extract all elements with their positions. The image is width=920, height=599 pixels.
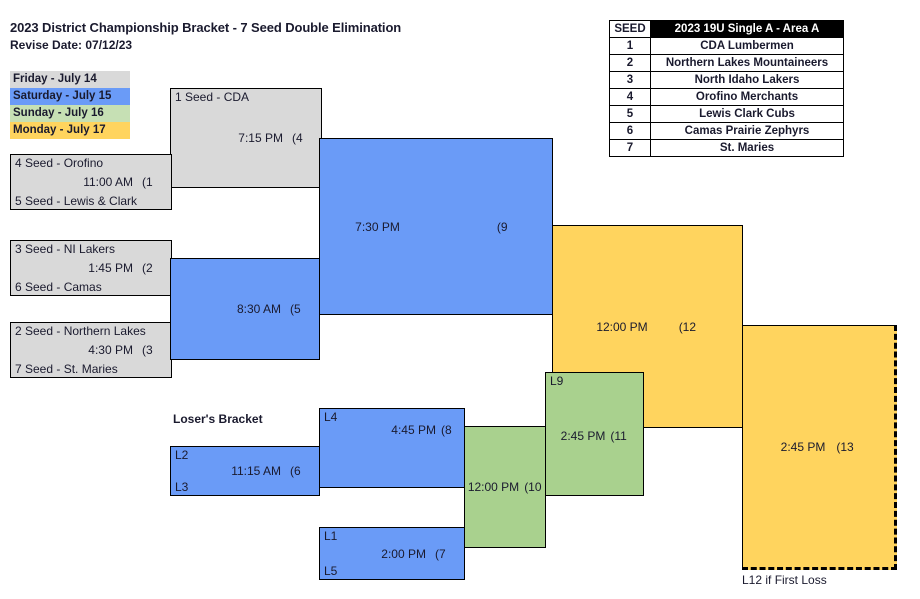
game-7-bottom-team: L5	[324, 564, 338, 578]
game-3-time: 4:30 PM	[88, 343, 133, 357]
legend-item-sunday: Sunday - July 16	[10, 105, 130, 122]
game-6-time: 11:15 AM	[231, 464, 281, 478]
seed-table-header-division: 2023 19U Single A - Area A	[650, 20, 844, 38]
seed-number: 3	[609, 71, 651, 89]
legend-item-monday: Monday - July 17	[10, 122, 130, 139]
legend-item-saturday: Saturday - July 15	[10, 88, 130, 105]
legend-label-sunday: Sunday - July 16	[13, 107, 104, 119]
game-11-top-team: L9	[550, 374, 564, 388]
game-5-number: (5	[290, 302, 301, 316]
seed-table-header-seed: SEED	[609, 20, 651, 38]
game-1-bottom-team: 5 Seed - Lewis & Clark	[15, 194, 138, 208]
seed-number: 7	[609, 139, 651, 157]
game-4-number: (4	[292, 131, 303, 145]
game-13-time: 2:45 PM	[780, 439, 826, 454]
game-1-time: 11:00 AM	[83, 175, 133, 189]
game-2-top-team: 3 Seed - NI Lakers	[15, 242, 116, 256]
table-row: 4 Orofino Merchants	[609, 88, 844, 106]
table-row: 1 CDA Lumbermen	[609, 37, 844, 55]
losers-bracket-label: Loser's Bracket	[173, 412, 263, 426]
game-12-number: (12	[678, 319, 697, 334]
bracket-game-11[interactable]: L9 2:45 PM (11	[545, 372, 644, 496]
game-10-number: (10	[524, 480, 542, 494]
seed-number: 5	[609, 105, 651, 123]
seed-team-name: CDA Lumbermen	[650, 37, 844, 55]
game-1-top-team: 4 Seed - Orofino	[15, 156, 104, 170]
seed-team-name: North Idaho Lakers	[650, 71, 844, 89]
seed-team-name: Lewis Clark Cubs	[650, 105, 844, 123]
game-1-number: (1	[142, 175, 153, 189]
bracket-game-4[interactable]: 1 Seed - CDA 7:15 PM (4	[170, 88, 322, 188]
game-9-number: (9	[496, 219, 508, 234]
game-7-time: 2:00 PM	[381, 546, 426, 561]
game-6-number: (6	[290, 464, 301, 478]
legend-label-saturday: Saturday - July 15	[13, 90, 112, 102]
game-2-number: (2	[142, 261, 153, 275]
game-4-time: 7:15 PM	[238, 131, 283, 145]
seed-team-name: Camas Prairie Zephyrs	[650, 122, 844, 140]
bracket-game-5[interactable]: 8:30 AM (5	[170, 258, 320, 360]
game-6-bottom-team: L3	[175, 480, 189, 494]
first-loss-footnote: L12 if First Loss	[742, 573, 827, 587]
game-6-top-team: L2	[175, 448, 189, 462]
bracket-game-8[interactable]: L4 4:45 PM (8	[319, 408, 465, 488]
seed-number: 1	[609, 37, 651, 55]
game-3-top-team: 2 Seed - Northern Lakes	[15, 324, 146, 338]
game-10-time: 12:00 PM	[467, 480, 520, 494]
game-11-time: 2:45 PM	[560, 429, 606, 444]
bracket-game-9[interactable]: 7:30 PM (9	[319, 138, 553, 315]
game-13-number: (13	[836, 439, 854, 454]
game-5-time: 8:30 AM	[236, 302, 281, 316]
bracket-game-3[interactable]: 2 Seed - Northern Lakes 4:30 PM (3 7 See…	[10, 322, 172, 378]
bracket-game-6[interactable]: L2 11:15 AM (6 L3	[170, 446, 320, 496]
bracket-game-10[interactable]: 12:00 PM (10	[464, 426, 546, 548]
seed-number: 2	[609, 54, 651, 72]
legend-label-friday: Friday - July 14	[13, 73, 97, 85]
bracket-game-13[interactable]: 2:45 PM (13	[742, 325, 897, 570]
page-title: 2023 District Championship Bracket - 7 S…	[10, 20, 402, 35]
seed-table: SEED 2023 19U Single A - Area A 1 CDA Lu…	[609, 20, 844, 157]
seed-table-header-row: SEED 2023 19U Single A - Area A	[609, 20, 844, 38]
game-2-time: 1:45 PM	[88, 261, 133, 275]
game-9-time: 7:30 PM	[355, 219, 400, 234]
seed-team-name: Northern Lakes Mountaineers	[650, 54, 844, 72]
legend-item-friday: Friday - July 14	[10, 71, 130, 88]
seed-number: 4	[609, 88, 651, 106]
game-7-top-team: L1	[324, 529, 338, 543]
bracket-game-7[interactable]: L1 2:00 PM (7 L5	[319, 527, 465, 580]
table-row: 2 Northern Lakes Mountaineers	[609, 54, 844, 72]
seed-team-name: St. Maries	[650, 139, 844, 157]
game-2-bottom-team: 6 Seed - Camas	[15, 280, 102, 294]
table-row: 5 Lewis Clark Cubs	[609, 105, 844, 123]
seed-number: 6	[609, 122, 651, 140]
table-row: 3 North Idaho Lakers	[609, 71, 844, 89]
game-3-number: (3	[142, 343, 153, 357]
bracket-game-2[interactable]: 3 Seed - NI Lakers 1:45 PM (2 6 Seed - C…	[10, 240, 172, 296]
game-4-top-team: 1 Seed - CDA	[175, 90, 250, 104]
game-12-time: 12:00 PM	[596, 319, 648, 334]
game-8-top-team: L4	[324, 410, 338, 424]
game-7-number: (7	[435, 546, 446, 561]
bracket-game-1[interactable]: 4 Seed - Orofino 11:00 AM (1 5 Seed - Le…	[10, 154, 172, 210]
game-3-bottom-team: 7 Seed - St. Maries	[15, 362, 118, 376]
seed-team-name: Orofino Merchants	[650, 88, 844, 106]
table-row: 7 St. Maries	[609, 139, 844, 157]
table-row: 6 Camas Prairie Zephyrs	[609, 122, 844, 140]
game-11-number: (11	[610, 429, 627, 444]
revise-date: Revise Date: 07/12/23	[10, 38, 133, 52]
game-8-time: 4:45 PM	[391, 423, 436, 438]
game-8-number: (8	[441, 423, 452, 438]
legend-label-monday: Monday - July 17	[13, 124, 106, 136]
bracket-canvas: 2023 District Championship Bracket - 7 S…	[0, 0, 920, 599]
